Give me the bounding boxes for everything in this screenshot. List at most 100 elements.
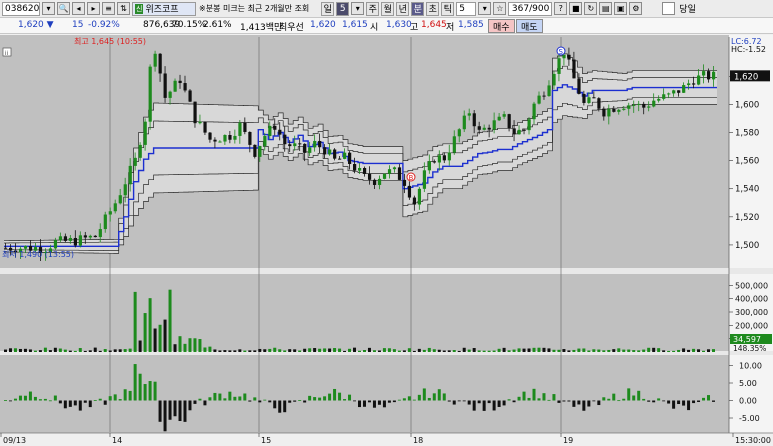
period-minute-button[interactable]: 분	[411, 1, 425, 16]
lock-icon[interactable]: ■	[569, 2, 583, 15]
volume-bar	[258, 348, 262, 352]
oscillator-bar	[353, 400, 357, 402]
volume-bar	[133, 291, 137, 352]
candle-body	[223, 135, 227, 142]
period-tick-button[interactable]: 틱	[441, 1, 455, 16]
price-tick-label: 1,500	[735, 241, 759, 251]
sort-icon[interactable]: ⇅	[117, 2, 130, 15]
candle-body	[482, 127, 486, 130]
volume-last-label: 34,597	[733, 335, 761, 344]
candle-body	[667, 93, 671, 95]
candle-body	[328, 149, 332, 155]
volume-bar	[382, 348, 386, 352]
volume-bar	[348, 348, 352, 352]
osc-tick-label: -5.00	[739, 414, 760, 423]
candle-body	[183, 83, 187, 91]
stock-chart[interactable]: 1,6001,5801,5601,5401,5201,5001,620LC:6.…	[0, 35, 773, 446]
oscillator-bar	[617, 400, 621, 402]
oscillator-bar	[93, 400, 97, 401]
star-icon[interactable]: ☆	[493, 2, 507, 15]
candle-body	[168, 91, 172, 98]
question-icon[interactable]: ?	[554, 2, 568, 15]
period-day-count[interactable]: 5	[336, 1, 350, 16]
candle-body	[118, 195, 122, 204]
volume-bar	[462, 347, 466, 352]
volume-bar	[517, 348, 521, 352]
period-day-button[interactable]: 일	[321, 1, 335, 16]
candle-body	[353, 163, 357, 171]
volume-bar	[268, 348, 272, 352]
candle-body	[662, 94, 666, 99]
volume-bar	[63, 349, 67, 352]
oscillator-bar	[422, 388, 426, 401]
interval-input[interactable]: 5	[456, 1, 477, 16]
volume-bar	[437, 349, 441, 352]
volume-bar	[143, 313, 147, 352]
oscillator-bar	[557, 400, 561, 403]
candle-body	[462, 115, 466, 130]
period-year-button[interactable]: 년	[396, 1, 410, 16]
oscillator-bar	[427, 397, 431, 401]
candle-body	[422, 170, 427, 189]
stock-code-input[interactable]: 038620	[2, 1, 40, 16]
dropdown-icon[interactable]: ▾	[351, 2, 365, 15]
volume-bar	[567, 350, 571, 352]
volume-bar	[527, 348, 531, 352]
volume-bar	[43, 347, 47, 352]
oscillator-bar	[672, 400, 676, 409]
candle-body	[682, 85, 686, 93]
candle-body	[627, 105, 631, 109]
oscillator-bar	[128, 390, 132, 401]
time-tick-label: 19	[563, 436, 573, 445]
arrow-right-icon[interactable]: ▸	[87, 2, 100, 15]
volume-bar	[492, 350, 496, 352]
sell-button[interactable]: 매도	[516, 19, 543, 33]
oscillator-bar	[303, 400, 307, 403]
oscillator-bar	[203, 400, 207, 406]
period-second-button[interactable]: 초	[426, 1, 440, 16]
print-icon[interactable]: ▤	[599, 2, 613, 15]
dropdown-icon[interactable]: ▾	[42, 2, 55, 15]
volume-extra-label: 148.35%	[733, 344, 766, 353]
period-week-button[interactable]: 주	[366, 1, 380, 16]
volume-bar	[33, 350, 37, 352]
buy-button[interactable]: 매수	[488, 19, 515, 33]
gear-icon[interactable]: ⚙	[629, 2, 643, 15]
volume-bar	[183, 343, 187, 352]
volume-bar	[158, 324, 162, 352]
candle-body	[592, 97, 596, 99]
volume-bar	[238, 349, 242, 352]
volume-bar	[522, 348, 526, 352]
volume-bar	[173, 344, 177, 352]
stock-name-field[interactable]: 신 위즈코프	[132, 1, 196, 16]
oscillator-bar	[103, 400, 107, 405]
today-checkbox[interactable]	[662, 2, 676, 15]
volume-bar	[572, 349, 576, 352]
volume-bar	[4, 349, 7, 352]
search-icon[interactable]: 🔍	[57, 2, 70, 15]
period-month-button[interactable]: 월	[381, 1, 395, 16]
candle-body	[542, 95, 546, 97]
price-tick-label: 1,540	[735, 185, 759, 195]
count-field[interactable]: 367/900	[508, 1, 553, 16]
oscillator-bar	[233, 396, 237, 401]
dropdown-icon[interactable]: ▾	[478, 2, 492, 15]
candle-body	[517, 129, 521, 135]
save-icon[interactable]: ▣	[614, 2, 628, 15]
candle-body	[93, 235, 97, 238]
oscillator-bar	[338, 392, 342, 401]
oscillator-bar	[288, 400, 292, 403]
refresh-icon[interactable]: ↻	[584, 2, 598, 15]
menu-icon[interactable]: ≡	[102, 2, 115, 15]
oscillator-bar	[712, 400, 715, 402]
candle-body	[123, 184, 127, 196]
volume-bar	[208, 346, 212, 352]
candle-body	[218, 141, 222, 143]
oscillator-bar	[657, 398, 661, 401]
oscillator-bar	[83, 400, 87, 403]
oscillator-bar	[323, 396, 327, 401]
oscillator-bar	[318, 397, 322, 401]
high-price: 1,645	[421, 20, 447, 30]
oscillator-bar	[333, 388, 337, 401]
arrow-left-icon[interactable]: ◂	[72, 2, 85, 15]
